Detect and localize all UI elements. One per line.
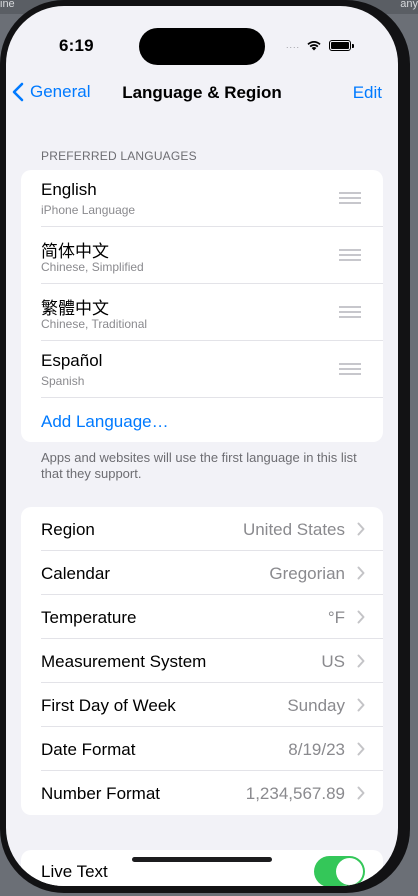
settings-row-label: Measurement System: [41, 652, 207, 671]
settings-row-temperature[interactable]: Temperature °F: [21, 595, 383, 639]
settings-row-number-format[interactable]: Number Format 1,234,567.89: [21, 771, 383, 815]
language-subtitle: iPhone Language: [41, 203, 136, 217]
settings-row-label: Number Format: [41, 784, 161, 803]
settings-row-label: Date Format: [41, 740, 136, 759]
background-text-left: ine: [0, 0, 15, 10]
settings-row-value: Gregorian: [269, 564, 345, 583]
language-subtitle: Spanish: [41, 374, 85, 388]
language-title: 简体中文: [41, 242, 109, 261]
settings-row-calendar[interactable]: Calendar Gregorian: [21, 551, 383, 595]
page-title: Language & Region: [122, 83, 282, 102]
reorder-handle-icon[interactable]: [339, 363, 361, 375]
settings-row-measurement-system[interactable]: Measurement System US: [21, 639, 383, 683]
settings-row-value: United States: [242, 520, 345, 539]
phone-frame: 6:19 .... General Language & Region Edit…: [0, 0, 410, 893]
settings-row-date-format[interactable]: Date Format 8/19/23: [21, 727, 383, 771]
home-indicator[interactable]: [132, 857, 272, 862]
settings-row-region[interactable]: Region United States: [21, 507, 383, 551]
background-text-right: any: [400, 0, 418, 10]
battery-icon: [329, 39, 355, 51]
chevron-right-icon: [357, 522, 365, 536]
language-row-chinese-simplified[interactable]: 简体中文 Chinese, Simplified: [21, 227, 383, 284]
settings-row-first-day-of-week[interactable]: First Day of Week Sunday: [21, 683, 383, 727]
wifi-icon: [307, 41, 321, 51]
row-divider: [41, 397, 383, 398]
reorder-handle-icon[interactable]: [339, 249, 361, 261]
settings-row-label: First Day of Week: [41, 696, 176, 715]
language-title: English: [41, 180, 97, 199]
language-row-spanish[interactable]: Español Spanish: [21, 341, 383, 398]
edit-button[interactable]: Edit: [353, 83, 382, 103]
status-icons: ....: [286, 38, 355, 52]
reorder-handle-icon[interactable]: [339, 192, 361, 204]
chevron-right-icon: [357, 566, 365, 580]
preferred-languages-list: English iPhone Language 简体中文 Chinese, Si…: [21, 170, 383, 442]
live-text-label: Live Text: [41, 862, 108, 881]
language-title: Español: [41, 351, 103, 370]
signal-dots: ....: [286, 40, 301, 50]
status-time: 6:19: [59, 36, 94, 55]
chevron-right-icon: [357, 654, 365, 668]
settings-row-value: 1,234,567.89: [245, 784, 345, 803]
region-settings-list: Region United States Calendar Gregorian …: [21, 507, 383, 815]
language-row-english[interactable]: English iPhone Language: [21, 170, 383, 227]
language-row-chinese-traditional[interactable]: 繁體中文 Chinese, Traditional: [21, 284, 383, 341]
language-title: 繁體中文: [41, 299, 109, 318]
phone-screen: 6:19 .... General Language & Region Edit…: [6, 6, 398, 886]
settings-row-value: Sunday: [287, 696, 345, 715]
language-subtitle: Chinese, Traditional: [41, 317, 148, 331]
settings-row-label: Temperature: [41, 608, 137, 627]
reorder-handle-icon[interactable]: [339, 306, 361, 318]
settings-row-value: 8/19/23: [288, 740, 345, 759]
settings-row-value: °F: [327, 608, 345, 627]
dynamic-island: [139, 28, 265, 65]
settings-row-label: Region: [41, 520, 95, 539]
chevron-right-icon: [357, 786, 365, 800]
chevron-right-icon: [357, 742, 365, 756]
chevron-right-icon: [357, 610, 365, 624]
languages-footnote: Apps and websites will use the first lan…: [41, 450, 357, 481]
settings-row-value: US: [321, 652, 345, 671]
add-language-button[interactable]: Add Language…: [41, 412, 169, 432]
chevron-right-icon: [357, 698, 365, 712]
language-subtitle: Chinese, Simplified: [41, 260, 144, 274]
live-text-row: Live Text: [21, 850, 383, 886]
live-text-toggle[interactable]: [314, 856, 365, 886]
settings-row-label: Calendar: [41, 564, 110, 583]
section-header-preferred-languages: PREFERRED LANGUAGES: [41, 149, 197, 163]
